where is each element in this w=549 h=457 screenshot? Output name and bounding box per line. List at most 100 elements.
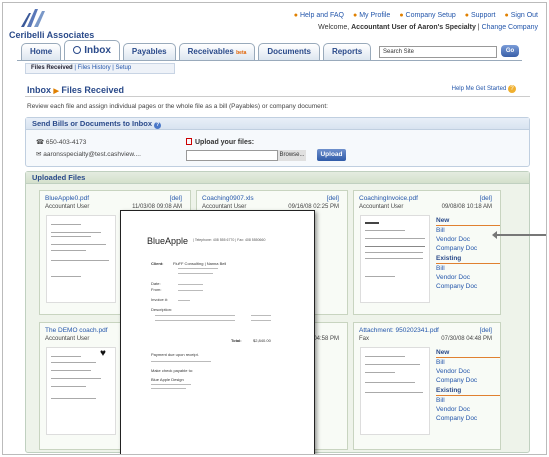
- action-company-doc[interactable]: Company Doc: [436, 244, 500, 253]
- help-faq-link[interactable]: ● Help and FAQ: [294, 12, 344, 19]
- file-date: 09/08/08 10:18 AM: [441, 204, 492, 210]
- preview-from: From:: [151, 287, 162, 292]
- inbox-icon: [73, 46, 82, 54]
- assign-actions: New Bill Vendor Doc Company Doc Existing…: [436, 347, 500, 423]
- file-uploader: Accountant User: [45, 204, 90, 210]
- instructions-text: Review each file and assign individual p…: [27, 103, 328, 110]
- action-vendor-doc[interactable]: Vendor Doc: [436, 235, 500, 244]
- file-date: 07/30/08 04:48 PM: [441, 336, 492, 342]
- mail-icon: ✉: [36, 151, 42, 158]
- preview-description: Description:: [151, 307, 173, 312]
- preview-contact: | Telephone: 408 555 6770 | Fax: 408 555…: [193, 238, 266, 242]
- file-thumbnail[interactable]: [46, 215, 116, 303]
- file-name-link[interactable]: BlueApple0.pdf: [45, 195, 89, 202]
- top-links: ● Help and FAQ ● My Profile ● Company Setup…: [294, 12, 538, 19]
- search-go-button[interactable]: Go: [501, 45, 519, 57]
- upload-button[interactable]: Upload: [317, 149, 346, 161]
- company-logo[interactable]: Ceribelli Associates: [7, 5, 97, 40]
- breadcrumb: Inbox ▶ Files Received: [27, 85, 124, 95]
- cursor-marker-icon: ♥: [100, 348, 106, 359]
- action-vendor-doc[interactable]: Vendor Doc: [436, 273, 500, 282]
- upload-label: Upload your files:: [186, 138, 254, 146]
- app-window: Ceribelli Associates ● Help and FAQ ● My P…: [2, 2, 547, 455]
- file-uploader: Accountant User: [359, 204, 404, 210]
- action-company-doc[interactable]: Company Doc: [436, 376, 500, 385]
- file-card: CoachingInvoice.pdf [del] Accountant Use…: [353, 190, 501, 315]
- existing-heading: Existing: [436, 387, 500, 396]
- sign-out-link[interactable]: ● Sign Out: [505, 12, 538, 19]
- new-heading: New: [436, 217, 500, 226]
- action-company-doc[interactable]: Company Doc: [436, 414, 500, 423]
- new-heading: New: [436, 349, 500, 358]
- welcome-text: Welcome, Accountant User of Aaron's Spec…: [318, 24, 538, 31]
- preview-total: Total: $2,840.00: [231, 338, 271, 343]
- delete-link[interactable]: [del]: [327, 195, 339, 202]
- change-company-link[interactable]: Change Company: [482, 24, 538, 31]
- company-setup-link[interactable]: ● Company Setup: [399, 12, 455, 19]
- breadcrumb-inbox[interactable]: Inbox: [27, 85, 51, 95]
- send-panel-title: Send Bills or Documents to Inbox ?: [26, 118, 529, 130]
- file-name-link[interactable]: Coaching0907.xls: [202, 195, 254, 202]
- subnav-setup[interactable]: Setup: [116, 65, 132, 71]
- preview-payment-note: Payment due upon receipt.: [151, 352, 199, 357]
- file-icon: [186, 138, 192, 145]
- file-thumbnail[interactable]: [360, 215, 430, 303]
- tab-divider: [17, 60, 522, 61]
- preview-client: Client: FluFF Consulting | Nanna Bell: [151, 261, 227, 266]
- chevron-right-icon: ▶: [53, 88, 59, 95]
- preview-date: Date:: [151, 281, 161, 286]
- breadcrumb-divider: [25, 96, 530, 97]
- action-vendor-doc[interactable]: Vendor Doc: [436, 405, 500, 414]
- my-profile-link[interactable]: ● My Profile: [353, 12, 390, 19]
- subnav-files-received[interactable]: Files Received: [31, 65, 73, 71]
- file-uploader: Accountant User: [45, 336, 90, 342]
- action-bill[interactable]: Bill: [436, 264, 500, 273]
- page-title: Files Received: [61, 85, 124, 95]
- file-card: Attachment: 950202341.pdf [del] Fax 07/3…: [353, 322, 501, 450]
- preview-payee: Blue Apple Design: [151, 377, 184, 382]
- file-name-link[interactable]: The DEMO coach.pdf: [45, 327, 108, 334]
- action-bill[interactable]: Bill: [436, 226, 500, 235]
- tab-reports[interactable]: Reports: [322, 43, 372, 60]
- tab-payables[interactable]: Payables: [122, 43, 176, 60]
- main-tabs: Home Inbox Payables Receivables beta Doc…: [21, 40, 372, 60]
- subnav-files-history[interactable]: Files History: [78, 65, 111, 71]
- assign-actions: New Bill Vendor Doc Company Doc Existing…: [436, 215, 500, 291]
- file-name-link[interactable]: Attachment: 950202341.pdf: [359, 327, 439, 334]
- search-input[interactable]: Search Site: [379, 46, 497, 58]
- document-preview[interactable]: BlueApple | Telephone: 408 555 6770 | Fa…: [120, 210, 315, 454]
- help-icon: ?: [508, 85, 516, 93]
- preview-logo: BlueApple: [147, 236, 189, 246]
- fax-icon: ☎: [36, 139, 45, 146]
- delete-link[interactable]: [del]: [480, 327, 492, 334]
- file-uploader: Fax: [359, 336, 370, 342]
- tab-home[interactable]: Home: [21, 43, 62, 60]
- uploaded-files-title: Uploaded Files: [26, 172, 529, 184]
- action-vendor-doc[interactable]: Vendor Doc: [436, 367, 500, 376]
- tab-documents[interactable]: Documents: [258, 43, 320, 60]
- browse-button[interactable]: Browse...: [277, 150, 306, 161]
- file-thumbnail[interactable]: [46, 347, 116, 435]
- file-thumbnail[interactable]: [360, 347, 430, 435]
- file-date: 04:58 PM: [313, 336, 339, 342]
- info-icon[interactable]: ?: [154, 122, 162, 129]
- logo-mark-icon: [21, 9, 45, 27]
- support-link[interactable]: ● Support: [465, 12, 496, 19]
- tab-receivables[interactable]: Receivables beta: [178, 43, 256, 60]
- inbox-email: ✉ aaronsspecialty@test.cashview....: [36, 151, 141, 158]
- preview-check-note: Make check payable to:: [151, 368, 194, 373]
- file-name-link[interactable]: CoachingInvoice.pdf: [359, 195, 418, 202]
- action-bill[interactable]: Bill: [436, 358, 500, 367]
- callout-arrow-icon: [492, 231, 546, 239]
- send-panel: Send Bills or Documents to Inbox ? ☎ 650…: [25, 117, 530, 167]
- inbox-subnav: Files Received | Files History | Setup: [25, 63, 175, 74]
- help-get-started-link[interactable]: Help Me Get Started ?: [452, 85, 516, 93]
- preview-invoice: Invoice #:: [151, 297, 169, 302]
- tab-inbox[interactable]: Inbox: [64, 40, 120, 60]
- delete-link[interactable]: [del]: [480, 195, 492, 202]
- delete-link[interactable]: [del]: [170, 195, 182, 202]
- brand-name: Ceribelli Associates: [9, 30, 95, 40]
- action-company-doc[interactable]: Company Doc: [436, 282, 500, 291]
- existing-heading: Existing: [436, 255, 500, 264]
- action-bill[interactable]: Bill: [436, 396, 500, 405]
